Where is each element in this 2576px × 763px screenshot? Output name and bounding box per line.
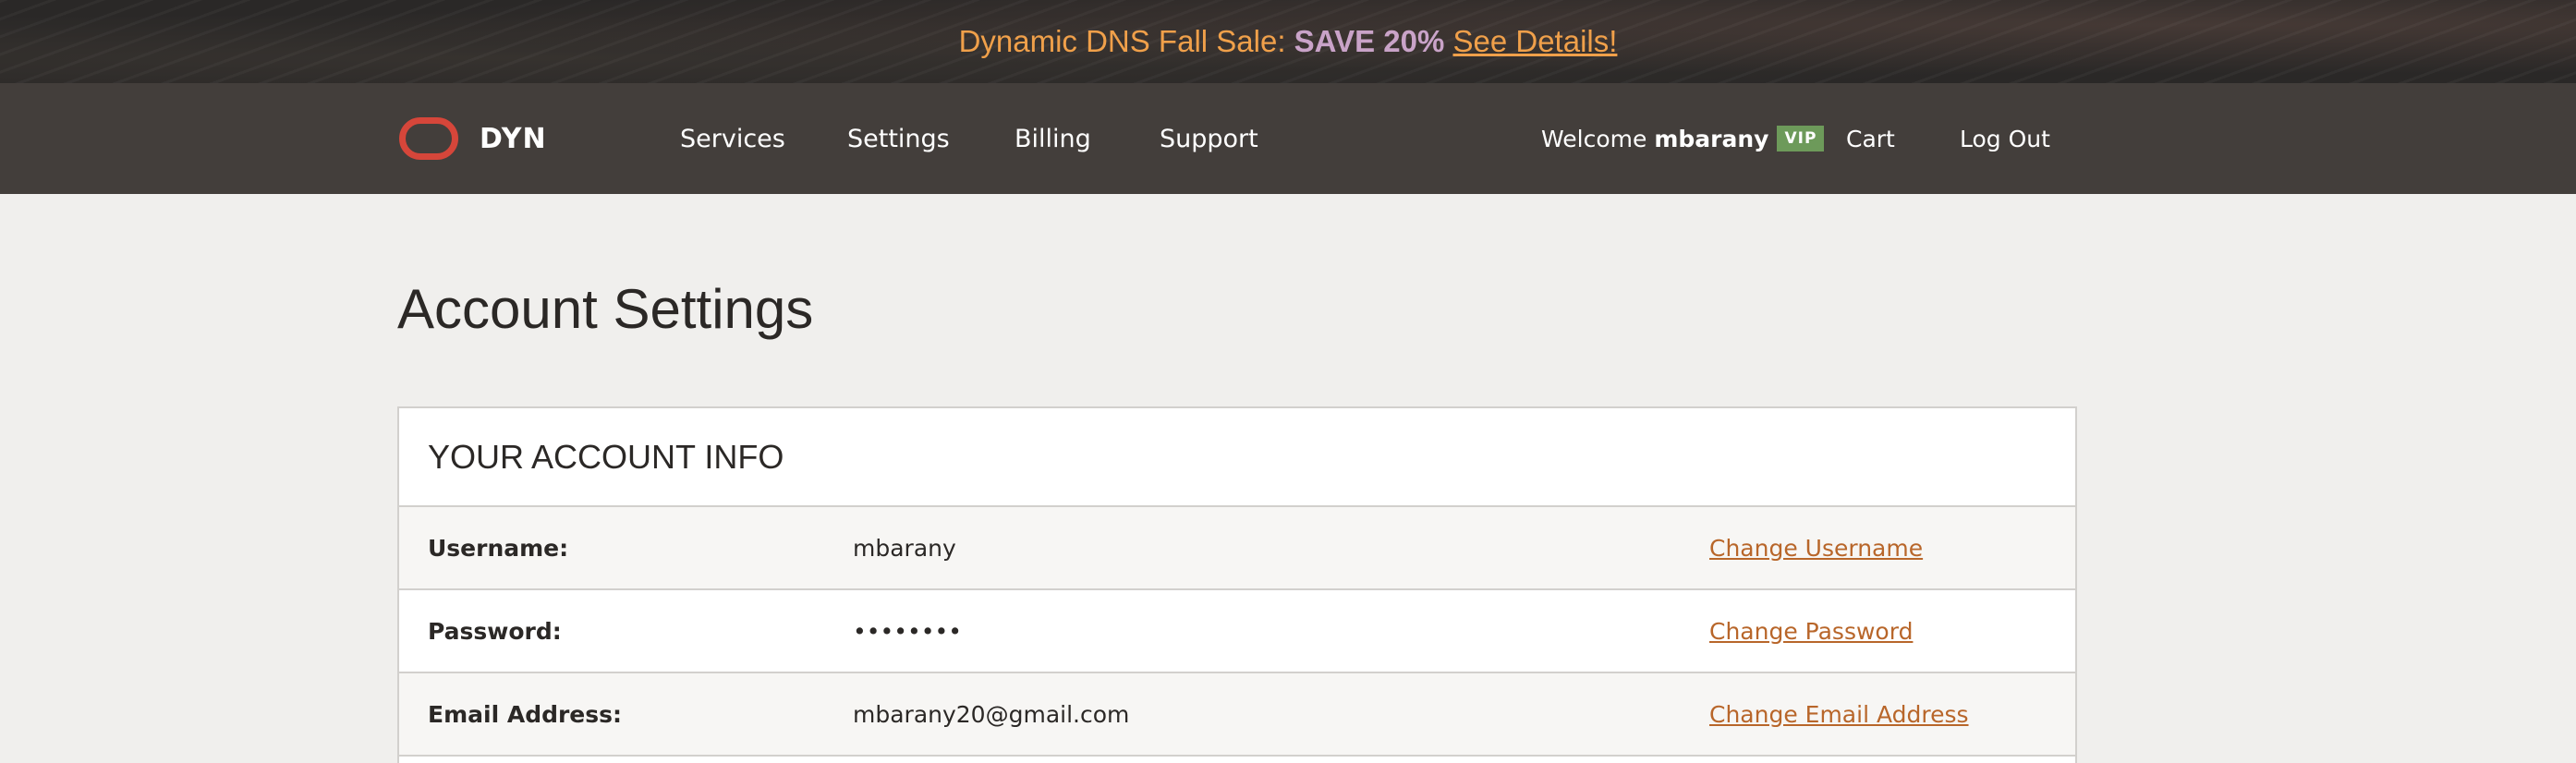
nav-settings[interactable]: Settings: [847, 83, 950, 194]
change-password-link[interactable]: Change Password: [1709, 590, 1913, 672]
username-display: mbarany: [1654, 125, 1769, 152]
nav-billing[interactable]: Billing: [1015, 83, 1091, 194]
dyn-logo-icon[interactable]: [399, 117, 458, 160]
table-row-username: Username: mbarany Change Username: [399, 507, 2075, 590]
email-label: Email Address:: [428, 700, 623, 728]
promo-message: Dynamic DNS Fall Sale: SAVE 20% See Deta…: [959, 24, 1618, 59]
email-value: mbarany20@gmail.com: [853, 700, 1130, 728]
promo-details-link[interactable]: See Details!: [1452, 24, 1617, 58]
promo-text: Dynamic DNS Fall Sale:: [958, 24, 1286, 58]
account-info-header: YOUR ACCOUNT INFO: [399, 408, 2075, 507]
page-title: Account Settings: [397, 278, 814, 340]
username-label: Username:: [428, 534, 569, 562]
nav-services[interactable]: Services: [680, 83, 785, 194]
welcome-prefix: Welcome: [1541, 125, 1647, 152]
top-navigation: DYN Services Settings Billing Support We…: [0, 83, 2576, 194]
vip-badge: VIP: [1777, 126, 1825, 151]
cart-link[interactable]: Cart: [1846, 83, 1895, 194]
password-label: Password:: [428, 617, 562, 645]
username-value: mbarany: [853, 534, 956, 562]
nav-support[interactable]: Support: [1160, 83, 1258, 194]
password-value: ••••••••: [853, 617, 962, 645]
welcome-user: Welcome mbarany VIP: [1541, 83, 1825, 194]
logout-link[interactable]: Log Out: [1960, 83, 2050, 194]
table-row-password: Password: •••••••• Change Password: [399, 590, 2075, 673]
brand-name[interactable]: DYN: [480, 83, 547, 194]
promo-highlight: SAVE 20%: [1294, 24, 1445, 58]
change-email-link[interactable]: Change Email Address: [1709, 673, 1969, 755]
promo-banner: Dynamic DNS Fall Sale: SAVE 20% See Deta…: [0, 0, 2576, 83]
table-row-email: Email Address: mbarany20@gmail.com Chang…: [399, 673, 2075, 757]
account-info-card: YOUR ACCOUNT INFO Username: mbarany Chan…: [397, 406, 2077, 763]
change-username-link[interactable]: Change Username: [1709, 507, 1923, 588]
